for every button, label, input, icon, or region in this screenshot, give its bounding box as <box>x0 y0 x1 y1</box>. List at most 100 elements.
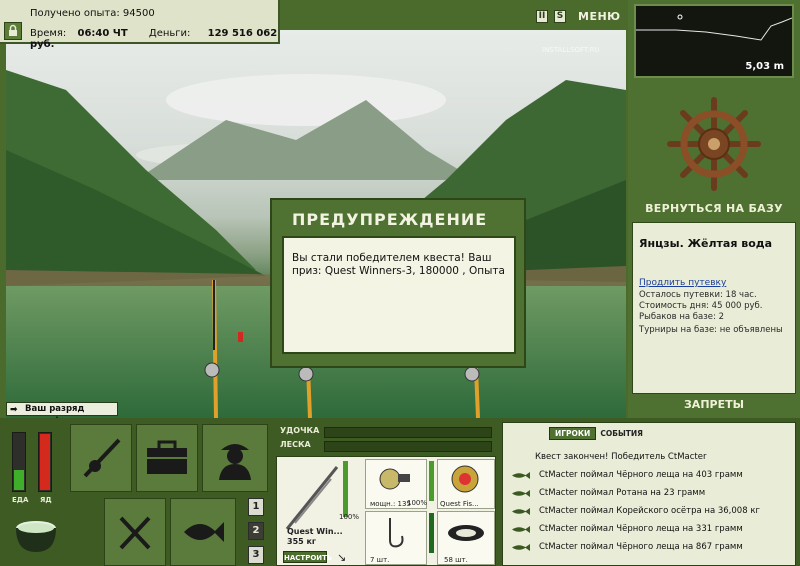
line-spool-icon <box>451 465 479 493</box>
day-cost: Стоимость дня: 45 000 руб. <box>639 301 763 311</box>
line-label: ЛЕСКА <box>280 440 311 449</box>
line-name: Quest Fis... <box>440 500 479 508</box>
slot-2-button[interactable]: 2 <box>248 522 264 540</box>
tab-players[interactable]: ИГРОКИ <box>549 427 597 440</box>
list-item: CtMacter поймал Чёрного леща на 331 грам… <box>509 521 793 539</box>
slot-1-button[interactable]: 1 <box>248 498 264 516</box>
menu-button[interactable]: МЕНЮ <box>578 10 621 23</box>
event-text: CtMacter поймал Чёрного леща на 867 грам… <box>539 542 743 552</box>
event-text: CtMacter поймал Ротана на 23 грамм <box>539 488 706 498</box>
rod-tension-bar <box>324 427 492 438</box>
tackle-box-icon <box>147 440 187 474</box>
dialog-title: ПРЕДУПРЕЖДЕНИЕ <box>292 210 488 229</box>
reel-condition-bar <box>429 461 434 501</box>
watermark-text: INSTALLSOFT.RU <box>542 46 600 54</box>
return-to-base-button[interactable]: ВЕРНУТЬСЯ НА БАЗУ <box>632 202 796 215</box>
depth-map[interactable]: 5,03 m <box>634 4 794 78</box>
angler-icon <box>219 444 251 480</box>
list-item: CtMacter поймал Чёрного леща на 403 грам… <box>509 467 793 485</box>
tackle-box-tile[interactable] <box>136 424 198 492</box>
events-tabs: ИГРОКИ СОБЫТИЯ <box>549 427 643 440</box>
rod-slot[interactable]: 100% Quest Win... 355 кг НАСТРОИТЬ ↘ <box>279 459 363 565</box>
food-gauge <box>12 432 26 492</box>
cauldron-icon[interactable] <box>10 510 62 558</box>
events-panel: ИГРОКИ СОБЫТИЯ Квест закончен! Победител… <box>502 422 796 566</box>
reel-power: мощн.: 135 <box>370 500 411 508</box>
bait-count: 58 шт. <box>444 556 468 564</box>
event-text: CtMacter поймал Чёрного леща на 403 грам… <box>539 470 743 480</box>
reel-icon <box>379 468 410 490</box>
arrow-right-icon: ➡ <box>10 405 18 415</box>
rod-icon <box>285 466 339 530</box>
event-text: CtMacter поймал Чёрного леща на 331 грам… <box>539 524 743 534</box>
list-item: CtMacter поймал Корейского осётра на 36,… <box>509 503 793 521</box>
arrow-down-right-icon: ↘ <box>337 551 347 564</box>
float-icon <box>238 332 243 342</box>
experience-value: 94500 <box>122 8 155 19</box>
game-screen: INSTALLSOFT.RU Получено опыта: 94500 Вре… <box>0 0 800 566</box>
experience-label: Получено опыта: <box>30 8 120 19</box>
rank-up-toast[interactable]: ➡ Ваш разряд вырос! <box>6 402 118 426</box>
list-item: CtMacter поймал Ротана на 23 грамм <box>509 485 793 503</box>
location-panel: Янцзы. Жёлтая вода Продлить путевку Оста… <box>632 222 796 394</box>
line-condition-bar <box>429 513 434 553</box>
needs-gauges: ЕДА ЯД <box>8 430 60 504</box>
rods-tile[interactable] <box>70 424 132 492</box>
reel-percent: 100% <box>407 499 428 507</box>
rod-percent: 100% <box>339 513 360 521</box>
permit-remaining: Осталось путевки: 18 час. <box>639 290 757 300</box>
rod-name: Quest Win... <box>287 527 343 536</box>
extend-permit-link[interactable]: Продлить путевку <box>639 278 789 288</box>
fish-icon <box>512 526 530 533</box>
hook-count: 7 шт. <box>370 556 390 564</box>
hook-slot[interactable]: 7 шт. <box>365 511 427 565</box>
pause-button[interactable]: II <box>536 9 548 23</box>
warning-dialog[interactable]: ПРЕДУПРЕЖДЕНИЕ Вы стали победителем квес… <box>270 198 526 368</box>
list-item: CtMacter поймал Чёрного леща на 867 грам… <box>509 539 793 557</box>
poison-gauge <box>38 432 52 492</box>
line-tension-bar <box>324 441 492 452</box>
rod-reel-icon <box>83 438 121 478</box>
location-title: Янцзы. Жёлтая вода <box>639 237 773 250</box>
tournaments-info: Турниры на базе: не объявлены <box>639 325 783 335</box>
event-text: Квест закончен! Победитель CtMacter <box>535 452 707 462</box>
money-label: Деньги: <box>148 28 191 39</box>
time-label: Время: <box>30 28 67 39</box>
food-label: ЕДА <box>12 496 29 504</box>
ship-wheel-icon[interactable] <box>666 96 762 192</box>
poison-label: ЯД <box>40 496 52 504</box>
bans-button[interactable]: ЗАПРЕТЫ <box>632 398 796 411</box>
angler-tile[interactable] <box>202 424 268 492</box>
rod-condition-bar <box>343 461 348 517</box>
rod-panel: УДОЧКА ЛЕСКА 100% Quest Win... 355 кг НА… <box>276 426 496 566</box>
dialog-message: Вы стали победителем квеста! Ваш приз: Q… <box>282 236 516 354</box>
setup-button[interactable]: НАСТРОИТЬ <box>283 551 332 563</box>
slot-3-button[interactable]: 3 <box>248 546 264 564</box>
bait-icon <box>448 525 484 541</box>
sound-button[interactable]: S <box>554 9 566 23</box>
bait-slot[interactable]: 58 шт. <box>437 511 495 565</box>
fish-icon <box>184 522 224 542</box>
rod-label: УДОЧКА <box>280 426 320 435</box>
anglers-count: Рыбаков на базе: 2 <box>639 312 724 322</box>
top-toolbar: II S МЕНЮ <box>536 8 621 24</box>
time-value: 06:40 ЧТ <box>77 28 128 39</box>
fish-icon <box>512 508 530 515</box>
event-text: CtMacter поймал Корейского осётра на 36,… <box>539 506 760 516</box>
catch-tile[interactable] <box>170 498 236 566</box>
fish-icon <box>512 490 530 497</box>
knife-fork-icon <box>119 516 151 550</box>
line-slot[interactable]: Quest Fis... <box>437 459 495 509</box>
events-list: Квест закончен! Победитель CtMacter CtMa… <box>509 449 793 557</box>
hook-icon <box>389 518 404 548</box>
fish-icon <box>512 472 530 479</box>
tab-events[interactable]: СОБЫТИЯ <box>600 429 643 438</box>
list-item: Квест закончен! Победитель CtMacter <box>509 449 793 467</box>
player-info-panel: Получено опыта: 94500 Время: 06:40 ЧТ Де… <box>0 0 280 50</box>
fish-icon <box>512 544 530 551</box>
lock-icon[interactable] <box>4 22 22 40</box>
equipment-panel: 100% Quest Win... 355 кг НАСТРОИТЬ ↘ мощ… <box>276 456 496 566</box>
rod-weight: 355 кг <box>287 537 317 546</box>
kitchen-tile[interactable] <box>104 498 166 566</box>
depth-value: 5,03 m <box>745 61 784 72</box>
